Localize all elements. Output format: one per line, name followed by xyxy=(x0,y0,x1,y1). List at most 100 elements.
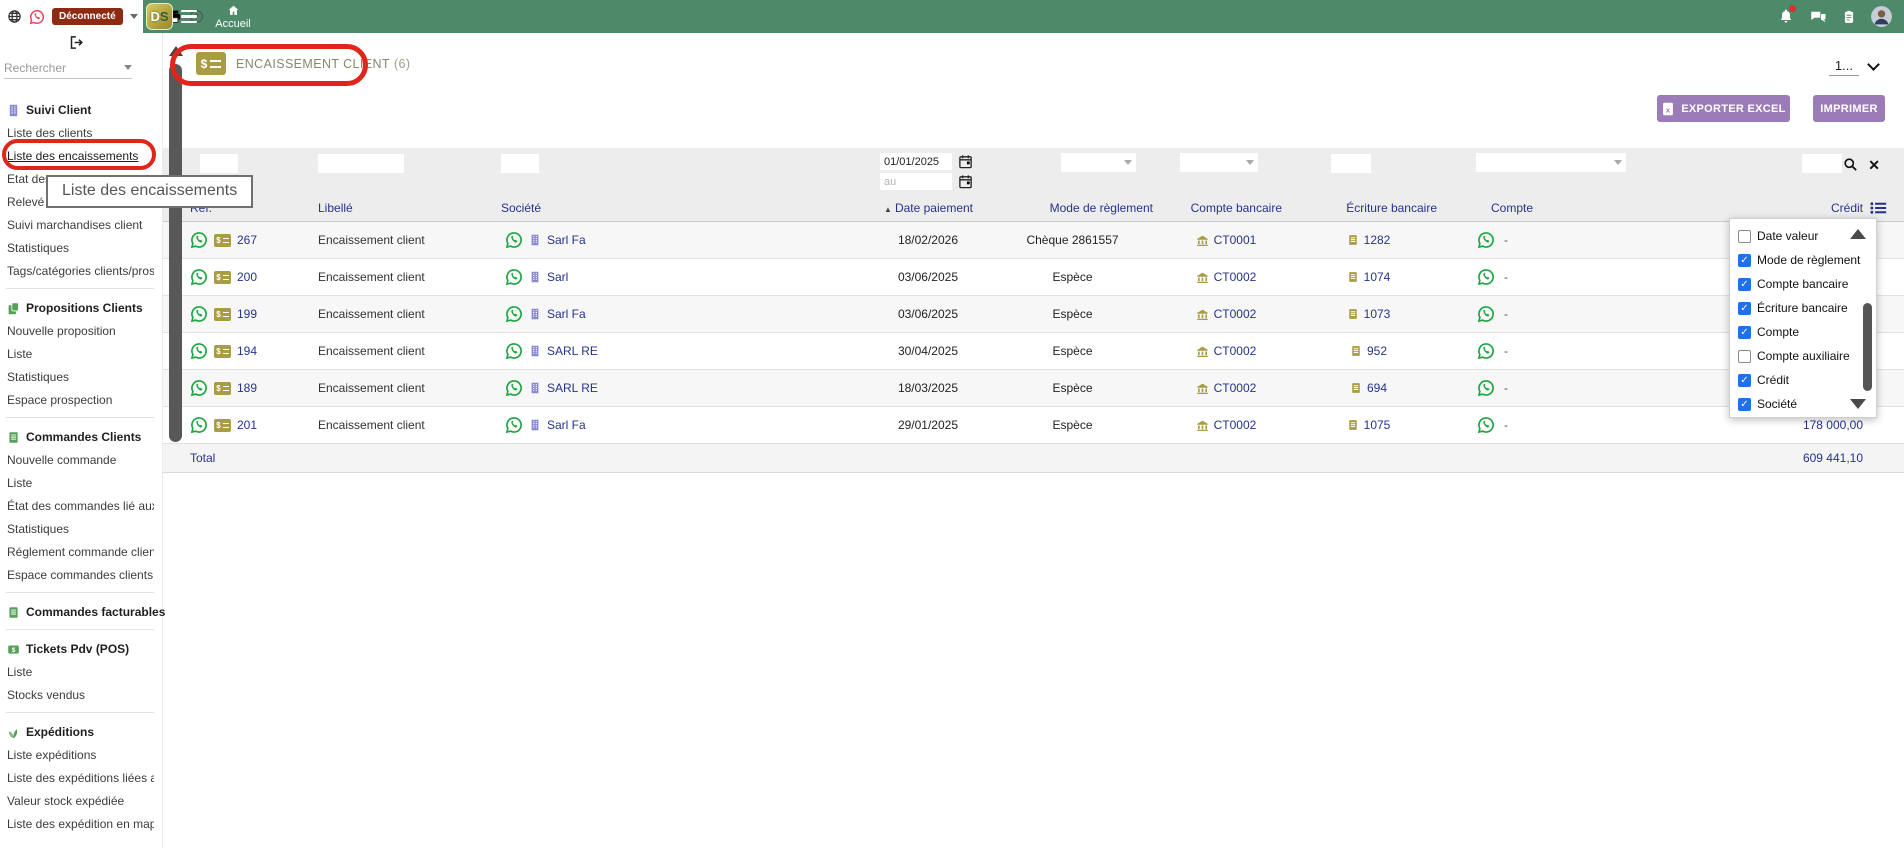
ref-link[interactable]: 200 xyxy=(237,270,257,284)
sidebar-item-tags-categories[interactable]: Tags/catégories clients/prosp. xyxy=(6,259,154,282)
sidebar-item-liste-commandes[interactable]: Liste xyxy=(6,471,154,494)
table-row[interactable]: $194 Encaissement client SARL RE 30/04/2… xyxy=(163,333,1904,370)
col-header-libelle[interactable]: Libellé xyxy=(310,201,497,215)
filter-compte-select[interactable] xyxy=(1476,153,1626,172)
sidebar-item-valeur-stock[interactable]: Valeur stock expédiée xyxy=(6,789,154,812)
whatsapp-icon[interactable] xyxy=(1477,268,1495,286)
whatsapp-icon[interactable] xyxy=(1477,416,1495,434)
calendar-icon[interactable] xyxy=(958,154,973,169)
col-header-compte-bancaire[interactable]: Compte bancaire xyxy=(1160,201,1292,215)
app-logo[interactable]: DS xyxy=(146,3,173,30)
compte-bancaire-link[interactable]: CT0001 xyxy=(1214,233,1257,247)
whatsapp-icon[interactable] xyxy=(190,342,208,360)
societe-link[interactable]: SARL RE xyxy=(547,344,598,358)
table-row[interactable]: $201 Encaissement client Sarl Fa 29/01/2… xyxy=(163,407,1904,444)
column-option-compte-bancaire[interactable]: ✓Compte bancaire xyxy=(1738,272,1876,296)
ref-link[interactable]: 201 xyxy=(237,418,257,432)
whatsapp-icon[interactable] xyxy=(190,305,208,323)
checkbox-checked[interactable]: ✓ xyxy=(1738,254,1751,267)
table-row[interactable]: $199 Encaissement client Sarl Fa 03/06/2… xyxy=(163,296,1904,333)
filter-credit-input[interactable] xyxy=(1802,154,1842,173)
col-header-mode[interactable]: Mode de règlement xyxy=(985,201,1160,215)
column-option-mode-reglement[interactable]: ✓Mode de règlement xyxy=(1738,248,1876,272)
ecriture-link[interactable]: 1074 xyxy=(1364,270,1391,284)
sidebar-item-stocks-vendus[interactable]: Stocks vendus xyxy=(6,683,154,706)
societe-link[interactable]: Sarl Fa xyxy=(547,418,586,432)
sidebar-item-espace-prospection[interactable]: Espace prospection xyxy=(6,388,154,411)
compte-bancaire-link[interactable]: CT0002 xyxy=(1214,307,1257,321)
table-row[interactable]: $200 Encaissement client Sarl 03/06/2025… xyxy=(163,259,1904,296)
column-chooser-button[interactable] xyxy=(1868,201,1904,215)
whatsapp-status-icon[interactable] xyxy=(29,9,45,25)
logout-icon[interactable] xyxy=(69,35,84,50)
sidebar-item-liste-des-encaissements[interactable]: Liste des encaissements xyxy=(6,144,154,167)
messages-icon[interactable] xyxy=(1809,8,1827,26)
col-header-societe[interactable]: Société xyxy=(497,201,877,215)
column-option-ecriture-bancaire[interactable]: ✓Écriture bancaire xyxy=(1738,296,1876,320)
ref-link[interactable]: 194 xyxy=(237,344,257,358)
ecriture-link[interactable]: 952 xyxy=(1367,344,1387,358)
page-selector-value[interactable]: 1... xyxy=(1829,58,1859,76)
column-option-compte[interactable]: ✓Compte xyxy=(1738,320,1876,344)
sidebar-item-expeditions-liees[interactable]: Liste des expéditions liées au... xyxy=(6,766,154,789)
filter-ecriture-input[interactable] xyxy=(1331,154,1371,173)
societe-link[interactable]: SARL RE xyxy=(547,381,598,395)
scrollbar-up-arrow[interactable] xyxy=(169,46,183,56)
col-header-ecriture-bancaire[interactable]: Écriture bancaire xyxy=(1292,201,1445,215)
whatsapp-icon[interactable] xyxy=(505,268,523,286)
sidebar-item-statistiques[interactable]: Statistiques xyxy=(6,236,154,259)
whatsapp-icon[interactable] xyxy=(190,379,208,397)
whatsapp-icon[interactable] xyxy=(1477,342,1495,360)
filter-date-to-input[interactable] xyxy=(880,173,952,190)
page-selector[interactable]: 1... xyxy=(1829,58,1878,76)
sidebar-item-expedition-map[interactable]: Liste des expédition en map xyxy=(6,812,154,835)
compte-bancaire-link[interactable]: CT0002 xyxy=(1214,344,1257,358)
col-header-credit[interactable]: Crédit xyxy=(1745,201,1868,215)
clear-filters-icon[interactable]: ✕ xyxy=(1868,157,1880,174)
whatsapp-icon[interactable] xyxy=(505,305,523,323)
compte-bancaire-link[interactable]: CT0002 xyxy=(1214,270,1257,284)
ref-link[interactable]: 189 xyxy=(237,381,257,395)
societe-link[interactable]: Sarl Fa xyxy=(547,233,586,247)
whatsapp-icon[interactable] xyxy=(1477,305,1495,323)
whatsapp-icon[interactable] xyxy=(505,416,523,434)
ecriture-link[interactable]: 694 xyxy=(1367,381,1387,395)
sidebar-item-liste-tickets[interactable]: Liste xyxy=(6,660,154,683)
sidebar-item-etat-commandes[interactable]: État des commandes lié aux ... xyxy=(6,494,154,517)
ecriture-link[interactable]: 1073 xyxy=(1364,307,1391,321)
sidebar-item-statistiques-propositions[interactable]: Statistiques xyxy=(6,365,154,388)
compte-bancaire-link[interactable]: CT0002 xyxy=(1214,381,1257,395)
sidebar-item-suivi-marchandises[interactable]: Suivi marchandises client xyxy=(6,213,154,236)
whatsapp-icon[interactable] xyxy=(190,231,208,249)
checkbox-checked[interactable]: ✓ xyxy=(1738,302,1751,315)
status-caret-icon[interactable] xyxy=(130,14,138,19)
sidebar-search[interactable] xyxy=(4,57,132,79)
section-title[interactable]: Commandes facturables xyxy=(6,601,154,623)
table-row[interactable]: $189 Encaissement client SARL RE 18/03/2… xyxy=(163,370,1904,407)
sidebar-item-nouvelle-commande[interactable]: Nouvelle commande xyxy=(6,448,154,471)
filter-date-from-input[interactable] xyxy=(880,153,952,170)
checkbox-checked[interactable]: ✓ xyxy=(1738,398,1751,411)
checkbox-checked[interactable]: ✓ xyxy=(1738,374,1751,387)
checkbox-unchecked[interactable]: ✓ xyxy=(1738,350,1751,363)
filter-societe-input[interactable] xyxy=(501,154,539,173)
whatsapp-icon[interactable] xyxy=(505,379,523,397)
calendar-icon[interactable] xyxy=(958,174,973,189)
table-row[interactable]: $267 Encaissement client Sarl Fa 18/02/2… xyxy=(163,222,1904,259)
print-button[interactable]: IMPRIMER xyxy=(1813,95,1885,122)
filter-libelle-input[interactable] xyxy=(318,154,404,173)
sidebar-item-statistiques-commandes[interactable]: Statistiques xyxy=(6,517,154,540)
avatar[interactable] xyxy=(1871,6,1892,27)
sidebar-item-espace-commandes[interactable]: Espace commandes clients xyxy=(6,563,154,586)
societe-link[interactable]: Sarl xyxy=(547,270,568,284)
whatsapp-icon[interactable] xyxy=(190,268,208,286)
whatsapp-icon[interactable] xyxy=(190,416,208,434)
filter-compte-bancaire-select[interactable] xyxy=(1180,153,1258,172)
tab-accueil[interactable]: Accueil xyxy=(204,0,262,33)
whatsapp-icon[interactable] xyxy=(1477,379,1495,397)
compte-bancaire-link[interactable]: CT0002 xyxy=(1214,418,1257,432)
sidebar-item-reglement-commande[interactable]: Réglement commande client xyxy=(6,540,154,563)
search-input[interactable] xyxy=(4,61,104,75)
societe-link[interactable]: Sarl Fa xyxy=(547,307,586,321)
filter-mode-select[interactable] xyxy=(1061,153,1136,172)
